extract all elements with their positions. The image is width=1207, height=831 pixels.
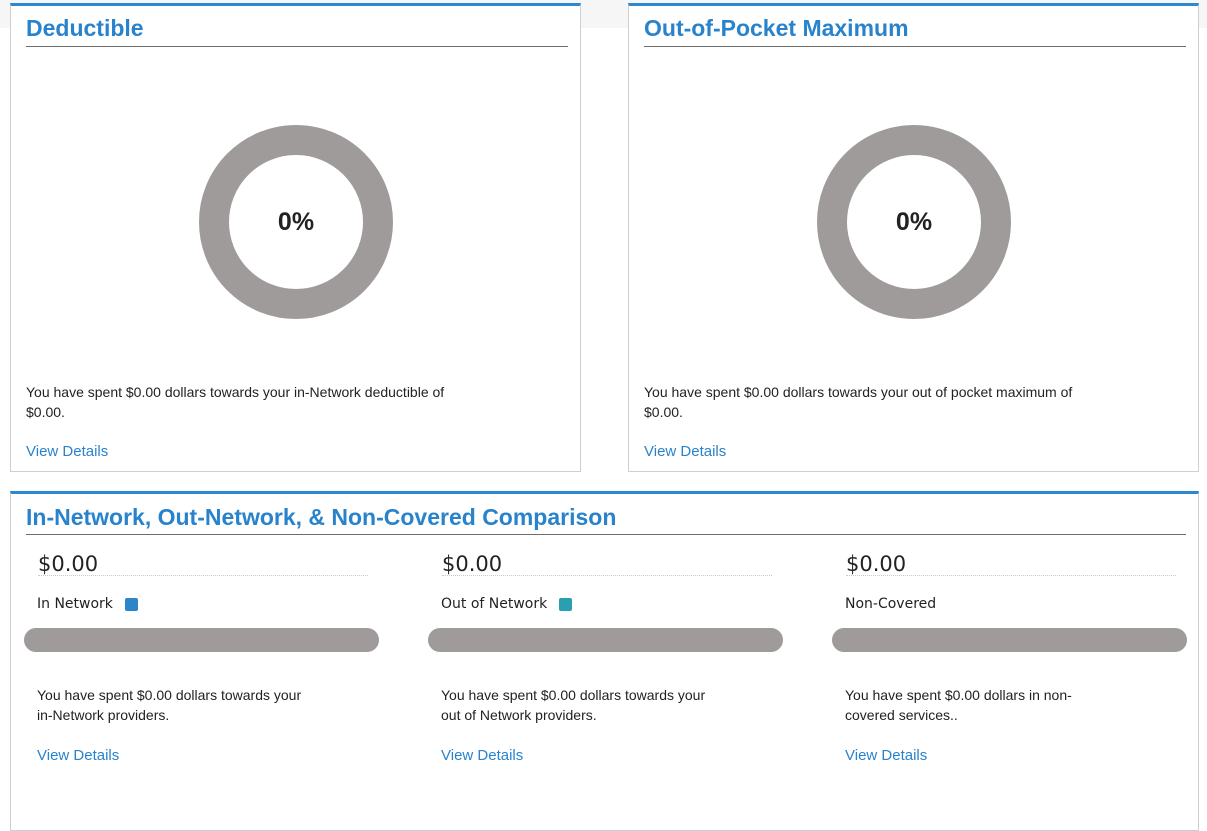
out-of-pocket-title: Out-of-Pocket Maximum xyxy=(644,15,909,41)
deductible-donut-chart: 0% xyxy=(199,125,393,319)
non-covered-view-details-link[interactable]: View Details xyxy=(845,747,927,764)
non-covered-amount: $0.00 xyxy=(846,552,907,576)
out-of-network-progress-bar xyxy=(428,628,783,652)
deductible-title-divider xyxy=(26,46,568,47)
out-of-pocket-percent-label: 0% xyxy=(895,207,933,236)
in-network-amount-divider xyxy=(38,575,368,576)
non-covered-label: Non-Covered xyxy=(845,596,937,612)
non-covered-description-line1: You have spent $0.00 dollars in non- xyxy=(845,687,1072,703)
out-of-pocket-description-line1: You have spent $0.00 dollars towards you… xyxy=(644,384,1073,400)
non-covered-description-line2: covered services.. xyxy=(845,707,958,723)
non-covered-legend: Non-Covered xyxy=(845,595,936,613)
out-of-network-amount: $0.00 xyxy=(442,552,503,576)
deductible-description-line1: You have spent $0.00 dollars towards you… xyxy=(26,384,445,400)
out-of-network-description-line2: out of Network providers. xyxy=(441,707,597,723)
deductible-view-details-link[interactable]: View Details xyxy=(26,443,108,460)
out-of-network-description: You have spent $0.00 dollars towards you… xyxy=(441,685,786,725)
in-network-description-line1: You have spent $0.00 dollars towards you… xyxy=(37,687,302,703)
comparison-card: In-Network, Out-Network, & Non-Covered C… xyxy=(10,491,1199,831)
in-network-label: In Network xyxy=(37,596,113,612)
out-of-network-color-swatch xyxy=(559,597,573,611)
non-covered-amount-divider xyxy=(846,575,1176,576)
in-network-progress-bar xyxy=(24,628,379,652)
out-of-network-label: Out of Network xyxy=(441,596,548,612)
deductible-title: Deductible xyxy=(26,15,144,41)
out-of-network-amount-divider xyxy=(442,575,772,576)
out-of-pocket-title-divider xyxy=(644,46,1186,47)
non-covered-progress-bar xyxy=(832,628,1187,652)
non-covered-description: You have spent $0.00 dollars in non- cov… xyxy=(845,685,1190,725)
comparison-title: In-Network, Out-Network, & Non-Covered C… xyxy=(26,504,617,530)
in-network-amount: $0.00 xyxy=(38,552,99,576)
deductible-description-line2: $0.00. xyxy=(26,404,65,420)
out-of-network-legend: Out of Network xyxy=(441,595,573,613)
out-of-pocket-donut-chart: 0% xyxy=(817,125,1011,319)
out-of-pocket-description: You have spent $0.00 dollars towards you… xyxy=(644,382,1189,422)
in-network-view-details-link[interactable]: View Details xyxy=(37,747,119,764)
out-of-pocket-description-line2: $0.00. xyxy=(644,404,683,420)
out-of-network-view-details-link[interactable]: View Details xyxy=(441,747,523,764)
out-of-network-description-line1: You have spent $0.00 dollars towards you… xyxy=(441,687,706,703)
in-network-legend: In Network xyxy=(37,595,138,613)
in-network-color-swatch xyxy=(124,597,138,611)
out-of-pocket-view-details-link[interactable]: View Details xyxy=(644,443,726,460)
out-of-pocket-card: Out-of-Pocket Maximum 0% You have spent … xyxy=(628,3,1199,472)
in-network-description-line2: in-Network providers. xyxy=(37,707,170,723)
deductible-percent-label: 0% xyxy=(277,207,315,236)
deductible-card: Deductible 0% You have spent $0.00 dolla… xyxy=(10,3,581,472)
in-network-description: You have spent $0.00 dollars towards you… xyxy=(37,685,382,725)
deductible-description: You have spent $0.00 dollars towards you… xyxy=(26,382,571,422)
comparison-title-divider xyxy=(26,534,1186,535)
